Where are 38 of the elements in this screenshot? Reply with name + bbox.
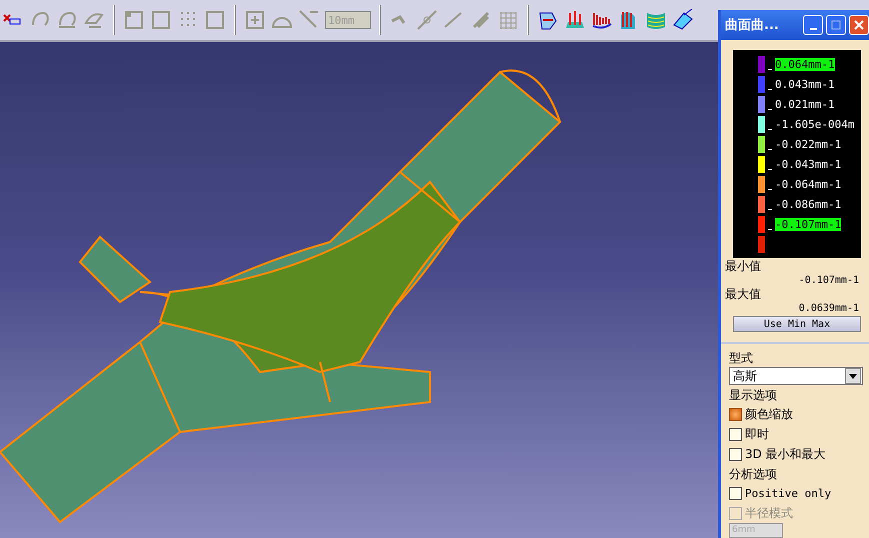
close-button[interactable] [849,14,869,35]
surface-arrows-icon[interactable] [564,9,586,31]
grid-icon[interactable] [497,9,519,31]
option-checkbox[interactable]: 3D 最小和最大 [729,444,865,464]
scale-label: -0.022mm-1 [775,138,842,151]
scale-label: -0.086mm-1 [775,198,842,211]
square-icon[interactable] [123,9,145,31]
scale-label: 0.064mm-1 [775,58,835,71]
scale-label: 0.021mm-1 [775,98,835,111]
scale-label: 0.043mm-1 [775,78,835,91]
type-dropdown[interactable]: 高斯 [729,367,863,386]
surface-draft-icon[interactable] [672,9,694,31]
use-min-max-button[interactable]: Use Min Max [733,316,861,332]
square-icon[interactable] [204,9,226,31]
max-value: 0.0639mm-1 [798,303,860,314]
maximize-icon [831,20,841,30]
plus-icon[interactable] [244,9,266,31]
scale-label: -1.605e-004m [775,118,854,131]
scale-label: -0.064mm-1 [775,178,842,191]
window-title: 曲面曲... [725,16,780,34]
option-checkbox[interactable]: 即时 [729,424,865,444]
square-icon[interactable] [150,9,172,31]
maximize-button[interactable] [826,14,846,35]
min-label: 最小值 [724,258,762,276]
option-checkbox[interactable]: 颜色缩放 [729,404,865,424]
scale-label: -0.107mm-1 [775,218,842,231]
min-value: -0.107mm-1 [798,275,860,286]
dropdown-arrow-icon [849,374,857,379]
minimize-button[interactable] [803,14,823,35]
scale-label: -0.043mm-1 [775,158,842,171]
max-label: 最大值 [724,286,762,304]
option-checkbox[interactable]: Positive only [729,483,865,504]
group-label: 分析选项 [729,466,778,484]
pin-icon[interactable] [416,9,438,31]
group-label: 显示选项 [729,387,778,404]
close-icon [854,20,864,30]
minimize-icon [810,28,816,30]
group-label: 型式 [729,350,754,368]
